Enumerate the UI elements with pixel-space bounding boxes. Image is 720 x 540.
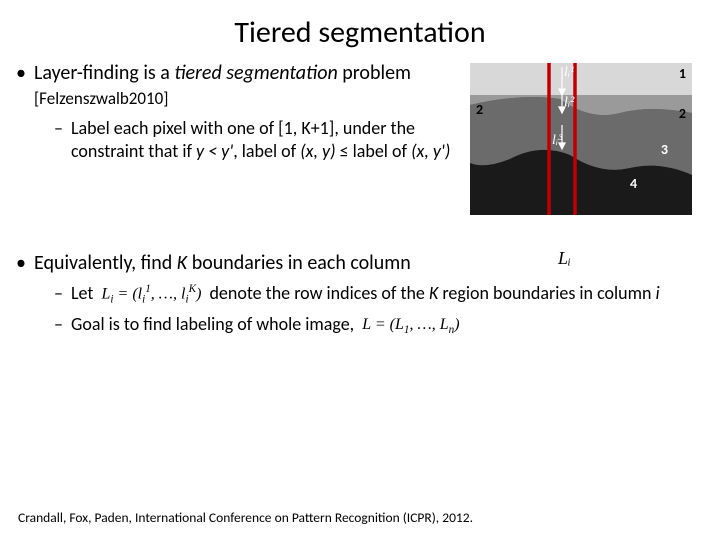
dash-icon: – — [54, 313, 63, 337]
bullet-dot-icon: • — [16, 251, 26, 276]
dash-icon: – — [54, 117, 63, 162]
subbullet-label-text: Label each pixel with one of [1, K+1], u… — [71, 117, 462, 162]
fig-num-2l: 2 — [476, 101, 483, 118]
equation-Li: Li = (li1, …, liK) — [98, 282, 206, 307]
equation-L: L = (L1, …, Ln) — [358, 315, 463, 337]
subbullet-label: – Label each pixel with one of [1, K+1],… — [30, 117, 462, 162]
segmentation-figure: lᵢ¹ lᵢ² lᵢ³ 1 2 2 3 4 — [470, 63, 692, 215]
bullet-equiv-text: Equivalently, find K boundaries in each … — [34, 251, 411, 276]
segmentation-svg — [470, 63, 692, 215]
page-title: Tiered segmentation — [0, 0, 720, 61]
fig-label-l3: lᵢ³ — [552, 133, 562, 149]
citation-footer: Crandall, Fox, Paden, International Conf… — [18, 509, 473, 526]
dash-icon: – — [54, 282, 63, 307]
bullet-tiered-text: Layer-finding is a tiered segmentation p… — [34, 61, 462, 111]
fig-num-1: 1 — [679, 65, 686, 82]
subbullet-let: – Let Li = (li1, …, liK) denote the row … — [30, 282, 700, 307]
bullet-tiered: • Layer-finding is a tiered segmentation… — [30, 61, 462, 111]
fig-num-2r: 2 — [679, 105, 686, 122]
subbullet-let-text: Let Li = (li1, …, liK) denote the row in… — [71, 282, 660, 307]
fig-label-l1: lᵢ¹ — [564, 65, 574, 81]
fig-num-4: 4 — [630, 175, 637, 192]
fig-column-label: Lᵢ — [558, 248, 571, 269]
fig-label-l2: lᵢ² — [564, 95, 574, 111]
subbullet-goal: – Goal is to find labeling of whole imag… — [30, 313, 700, 337]
bullet-dot-icon: • — [16, 61, 26, 111]
bullet-equiv: • Equivalently, find K boundaries in eac… — [30, 251, 700, 276]
subbullet-goal-text: Goal is to find labeling of whole image,… — [71, 313, 464, 337]
fig-num-3: 3 — [661, 141, 668, 158]
